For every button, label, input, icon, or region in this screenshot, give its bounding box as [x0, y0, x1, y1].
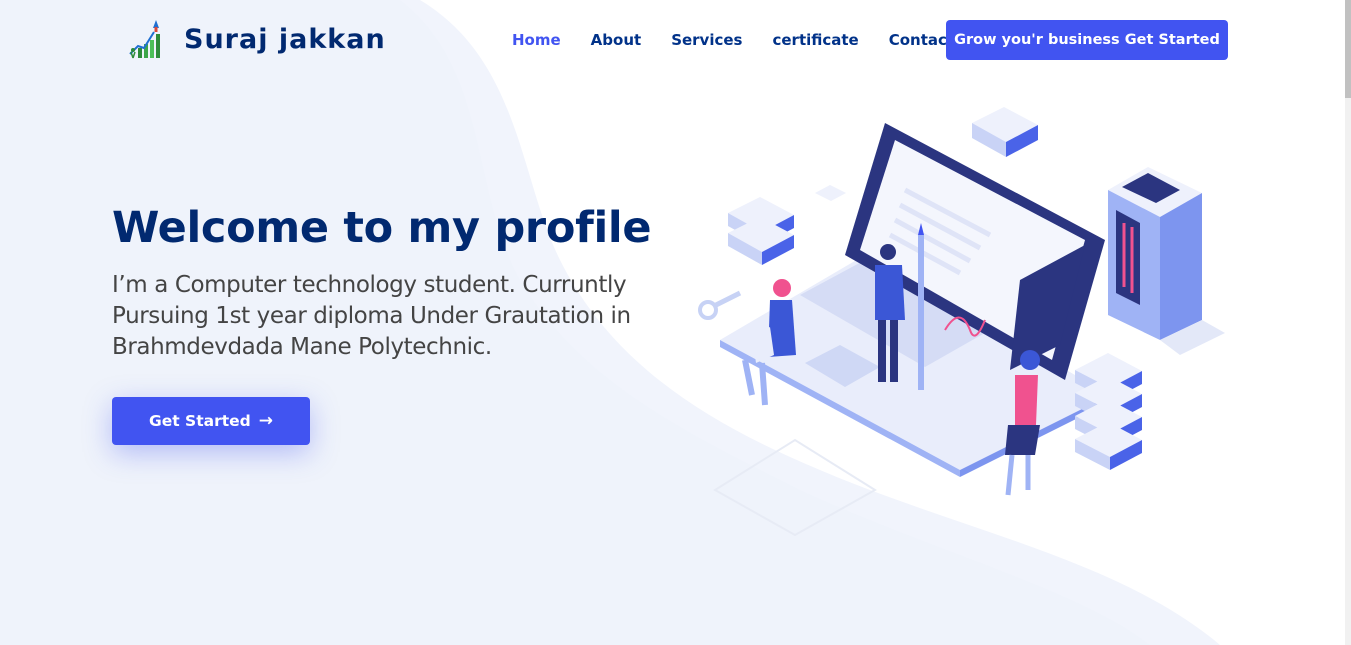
get-started-nav-button[interactable]: Grow you'r business Get Started [946, 20, 1228, 60]
arrow-right-icon: → [258, 411, 273, 431]
nav-about[interactable]: About [591, 31, 642, 49]
get-started-label: Get Started [149, 412, 251, 430]
rising-chart-rocket-icon [129, 20, 160, 59]
isometric-laptop-team-illustration [698, 107, 1225, 537]
nav-home[interactable]: Home [512, 31, 561, 49]
nav-contact[interactable]: Contact [889, 31, 954, 49]
site-header: Suraj jakkan Home About Services certifi… [0, 0, 1345, 80]
nav-services[interactable]: Services [671, 31, 742, 49]
scrollbar-thumb[interactable] [1345, 0, 1351, 98]
brand-name: Suraj jakkan [184, 23, 386, 55]
brand-logo[interactable]: Suraj jakkan [126, 18, 386, 60]
hero-title: Welcome to my profile [112, 203, 652, 253]
main-nav: Home About Services certificate Contact [500, 20, 984, 60]
hero-description: I’m a Computer technology student. Curru… [112, 272, 631, 360]
nav-certificate[interactable]: certificate [772, 31, 858, 49]
get-started-button[interactable]: Get Started → [112, 397, 310, 445]
hero-section: Welcome to my profile I’m a Computer tec… [112, 198, 672, 363]
